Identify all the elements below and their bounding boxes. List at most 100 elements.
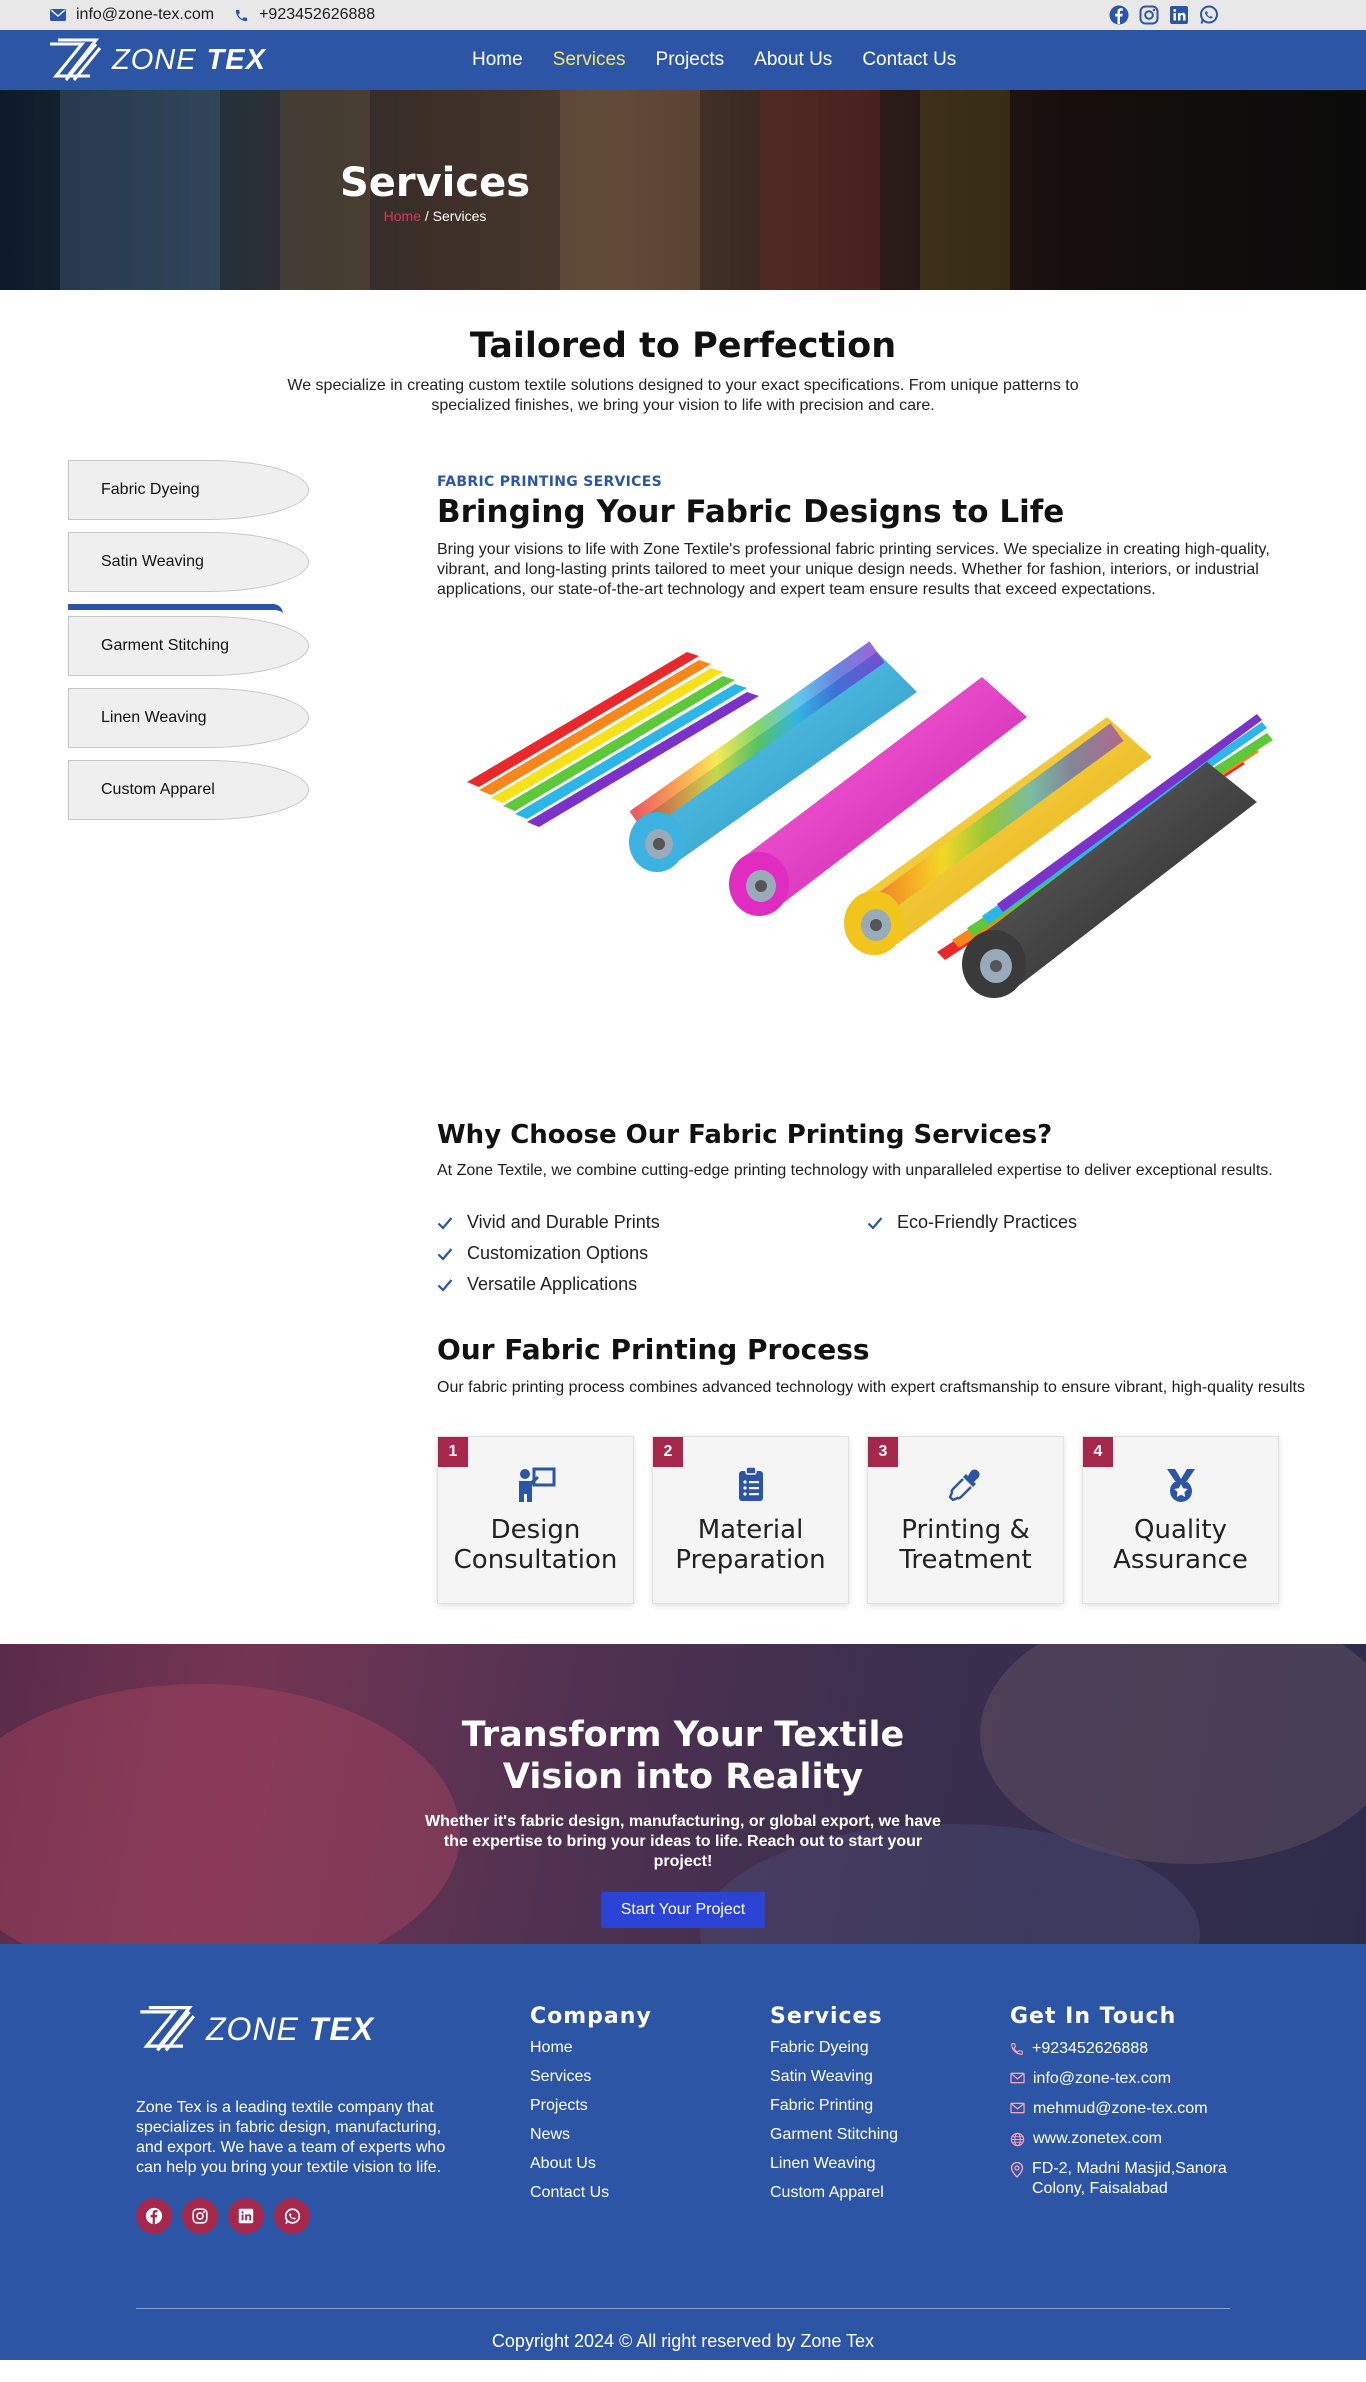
footer-phone[interactable]: +923452626888	[1010, 2039, 1250, 2059]
service-eyebrow: FABRIC PRINTING SERVICES	[437, 474, 662, 490]
linkedin-icon[interactable]	[1168, 4, 1190, 26]
main-nav: ZONE TEX Home Services Projects About Us…	[0, 30, 1366, 90]
whatsapp-icon[interactable]	[274, 2198, 310, 2234]
facebook-icon[interactable]	[1108, 4, 1130, 26]
check-icon	[437, 1247, 453, 1261]
step-number: 3	[868, 1437, 898, 1467]
whatsapp-icon[interactable]	[1198, 4, 1220, 26]
breadcrumb-separator: /	[421, 208, 433, 224]
process-step: 4 Quality Assurance	[1082, 1436, 1279, 1604]
why-title: Why Choose Our Fabric Printing Services?	[437, 1120, 1053, 1150]
footer-link-garment-stitching[interactable]: Garment Stitching	[770, 2126, 1010, 2144]
footer-email[interactable]: info@zone-tex.com	[1010, 2069, 1250, 2089]
cta-title: Transform Your Textile Vision into Reali…	[461, 1715, 905, 1797]
services-sidebar: Fabric Dyeing Satin Weaving Garment Stit…	[68, 460, 437, 1604]
why-point-label: Eco-Friendly Practices	[897, 1212, 1078, 1232]
cta-text: Whether it's fabric design, manufacturin…	[425, 1813, 941, 1870]
nav-menu: Home Services Projects About Us Contact …	[472, 49, 956, 71]
step-label: Material Preparation	[675, 1515, 826, 1575]
nav-contact-us[interactable]: Contact Us	[862, 49, 956, 71]
why-point-label: Customization Options	[467, 1243, 649, 1263]
footer-link-projects[interactable]: Projects	[530, 2097, 770, 2115]
nav-home[interactable]: Home	[472, 49, 523, 71]
why-point: Vivid and Durable Prints	[437, 1212, 867, 1233]
page-hero: Services Home / Services	[0, 90, 1366, 290]
cta-banner: Transform Your Textile Vision into Reali…	[0, 1644, 1366, 1944]
footer-email-secondary[interactable]: mehmud@zone-tex.com	[1010, 2099, 1250, 2119]
step-label: Quality Assurance	[1113, 1515, 1248, 1575]
nav-about-us[interactable]: About Us	[754, 49, 832, 71]
footer-divider	[136, 2308, 1230, 2309]
breadcrumb-home[interactable]: Home	[384, 208, 421, 224]
top-bar: info@zone-tex.com +923452626888	[0, 0, 1366, 30]
footer-link-fabric-printing[interactable]: Fabric Printing	[770, 2097, 1010, 2115]
sidebar-item-garment-stitching[interactable]: Garment Stitching	[68, 616, 309, 676]
footer-link-fabric-dyeing[interactable]: Fabric Dyeing	[770, 2039, 1010, 2057]
footer-email-text: info@zone-tex.com	[1033, 2070, 1172, 2087]
process-section: Our Fabric Printing Process Our fabric p…	[437, 1333, 1307, 1604]
footer-logo[interactable]: ZONE TEX	[136, 2004, 530, 2054]
sidebar-item-custom-apparel[interactable]: Custom Apparel	[68, 760, 309, 820]
topbar-phone-text: +923452626888	[259, 6, 376, 23]
sidebar-item-label: Fabric Dyeing	[101, 481, 200, 498]
process-step: 1 Design Consultation	[437, 1436, 634, 1604]
check-icon	[437, 1278, 453, 1292]
process-text: Our fabric printing process combines adv…	[437, 1379, 1305, 1396]
footer-social	[136, 2198, 530, 2234]
footer-services-title: Services	[770, 2004, 883, 2029]
nav-projects[interactable]: Projects	[656, 49, 725, 71]
footer-touch-title: Get In Touch	[1010, 2004, 1177, 2029]
sidebar-item-label: Garment Stitching	[101, 637, 230, 654]
sidebar-active-indicator	[68, 604, 283, 614]
presentation-icon	[518, 1467, 555, 1502]
footer-website[interactable]: www.zonetex.com	[1010, 2129, 1250, 2149]
instagram-icon[interactable]	[1138, 4, 1160, 26]
step-label: Design Consultation	[453, 1515, 618, 1575]
process-step: 3 Printing & Treatment	[867, 1436, 1064, 1604]
instagram-icon[interactable]	[182, 2198, 218, 2234]
breadcrumb-current: Services	[432, 208, 487, 224]
why-point: Versatile Applications	[437, 1274, 867, 1295]
footer-about-text: Zone Tex is a leading textile company th…	[136, 2099, 446, 2176]
footer-link-satin-weaving[interactable]: Satin Weaving	[770, 2068, 1010, 2086]
process-steps: 1 Design Consultation 2 Material Prepara…	[437, 1436, 1307, 1604]
process-step: 2 Material Preparation	[652, 1436, 849, 1604]
footer-link-linen-weaving[interactable]: Linen Weaving	[770, 2155, 1010, 2173]
sidebar-item-label: Custom Apparel	[101, 781, 215, 798]
service-description: Bring your visions to life with Zone Tex…	[437, 541, 1270, 598]
phone-icon	[1011, 2043, 1023, 2055]
site-footer: ZONE TEX Zone Tex is a leading textile c…	[0, 1944, 1366, 2360]
envelope-icon	[1010, 2102, 1025, 2114]
topbar-email[interactable]: info@zone-tex.com	[50, 6, 214, 24]
sidebar-item-label: Satin Weaving	[101, 553, 204, 570]
envelope-icon	[50, 9, 66, 21]
zone-tex-logo-icon	[50, 38, 102, 81]
facebook-icon[interactable]	[136, 2198, 172, 2234]
nav-services[interactable]: Services	[553, 49, 626, 71]
footer-link-services[interactable]: Services	[530, 2068, 770, 2086]
topbar-social	[1108, 4, 1220, 26]
footer-link-custom-apparel[interactable]: Custom Apparel	[770, 2184, 1010, 2202]
footer-link-news[interactable]: News	[530, 2126, 770, 2144]
intro-section: Tailored to Perfection We specialize in …	[0, 290, 1366, 416]
footer-contact: Get In Touch +923452626888 info@zone-tex…	[1010, 2004, 1250, 2234]
linkedin-icon[interactable]	[228, 2198, 264, 2234]
footer-address: FD-2, Madni Masjid,Sanora Colony, Faisal…	[1010, 2159, 1250, 2199]
brand-logo[interactable]: ZONE TEX	[46, 38, 266, 82]
footer-link-contact-us[interactable]: Contact Us	[530, 2184, 770, 2202]
step-label: Printing & Treatment	[899, 1515, 1032, 1575]
fabric-rollers-image	[437, 622, 1307, 1042]
sidebar-item-fabric-dyeing[interactable]: Fabric Dyeing	[68, 460, 309, 520]
sidebar-item-label: Linen Weaving	[101, 709, 207, 726]
footer-link-home[interactable]: Home	[530, 2039, 770, 2057]
clipboard-list-icon	[738, 1467, 763, 1501]
topbar-phone[interactable]: +923452626888	[234, 6, 375, 24]
phone-icon	[235, 9, 248, 21]
sidebar-item-satin-weaving[interactable]: Satin Weaving	[68, 532, 309, 592]
sidebar-item-linen-weaving[interactable]: Linen Weaving	[68, 688, 309, 748]
envelope-icon	[1010, 2072, 1025, 2084]
start-project-button[interactable]: Start Your Project	[600, 1892, 766, 1928]
why-point: Eco-Friendly Practices	[867, 1212, 1297, 1233]
footer-link-about-us[interactable]: About Us	[530, 2155, 770, 2173]
hero-title: Services	[339, 160, 531, 206]
